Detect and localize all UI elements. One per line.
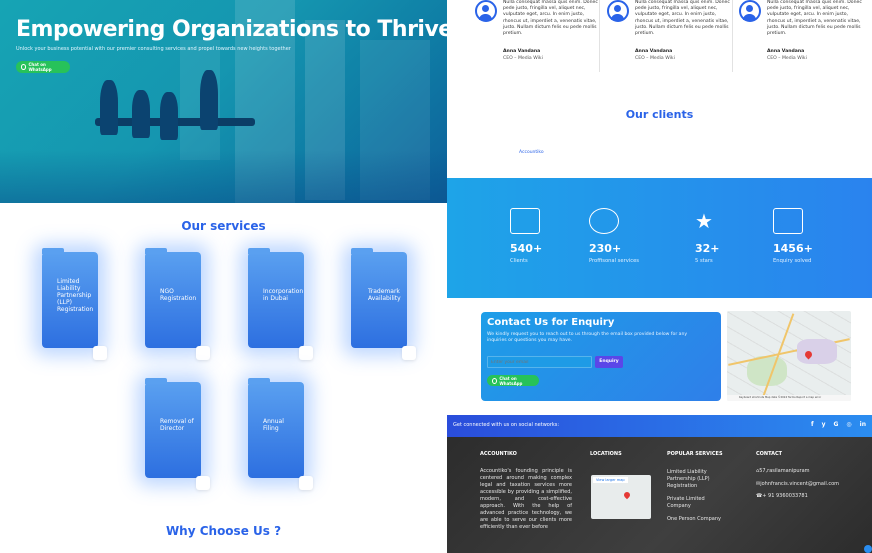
target-icon [510,208,540,234]
service-card-trademark[interactable]: Trademark Availability [351,248,416,360]
whatsapp-icon [492,377,498,384]
right-panel: Nulla consequat massa quis enim. Donec p… [447,0,872,553]
hero-subtitle: Unlock your business potential with our … [16,46,291,52]
service-card-dubai[interactable]: Incorporation in Dubai [248,248,313,360]
hero-banner: Empowering Organizations to Thrive Unloc… [0,0,447,203]
linkedin-icon[interactable]: in [860,421,866,428]
social-bar: Get connected with us on social networks… [447,415,872,437]
footer-col-title: POPULAR SERVICES [667,451,723,457]
clients-title: Our clients [625,108,694,121]
left-panel: Empowering Organizations to Thrive Unloc… [0,0,447,553]
footer-col-title: LOCATIONS [590,451,622,457]
whatsapp-icon [21,64,27,70]
stars-icon: ★ [695,209,713,233]
twitter-icon[interactable]: y [822,421,826,428]
footer-link[interactable]: Private Limited Company [667,496,725,510]
whatsapp-button[interactable]: Chat on WhatsApp [487,375,539,386]
enquiry-button[interactable]: Enquiry [595,356,623,368]
testimonial-card: Nulla consequat massa quis enim. Donec p… [607,0,732,70]
email[interactable]: ✉johnfrancis.vincent@gmail.com [756,481,839,488]
services-title: Our services [181,219,266,233]
location-map[interactable]: Keyboard shortcuts Map data ©2024 Terms … [727,311,851,401]
why-choose-title: Why Choose Us ? [165,524,282,538]
enquiry-text: We kindly request you to reach out to us… [487,332,688,343]
email-input[interactable] [487,356,592,368]
client-logo: Accountiko [519,150,544,155]
footer-map[interactable]: View larger map [591,475,651,519]
google-icon[interactable]: G [833,421,838,428]
address: ⌂57,rasilamanipuram [756,468,810,474]
footer-col-title: CONTACT [756,451,783,457]
instagram-icon[interactable]: ◎ [846,421,851,428]
avatar [475,0,497,22]
hero-title: Empowering Organizations to Thrive [16,17,447,42]
handshake-icon [589,208,619,234]
service-card-llp[interactable]: Limited Liability Partnership (LLP) Regi… [42,248,107,360]
service-card-removal-director[interactable]: Removal of Director [145,378,210,490]
whatsapp-button[interactable]: Chat on WhatsApp [16,61,70,73]
footer: Get connected with us on social networks… [447,415,872,553]
map-pin-icon [622,490,632,500]
puzzle-icon [773,208,803,234]
testimonial-card: Nulla consequat massa quis enim. Donec p… [475,0,600,70]
stats-banner: 540+ Clients 230+ Proffisonal services ★… [447,178,872,298]
facebook-icon[interactable]: f [811,421,814,428]
enquiry-card: Contact Us for Enquiry We kindly request… [481,312,721,401]
footer-col-title: ACCOUNTIKO [480,451,517,457]
avatar [607,0,629,22]
footer-link[interactable]: Limited Liability Partnership (LLP) Regi… [667,469,725,490]
footer-about-text: Accountiko's founding principle is cente… [480,468,572,530]
avatar [739,0,761,22]
service-card-ngo[interactable]: NGO Registration [145,248,210,360]
testimonial-card: Nulla consequat massa quis enim. Donec p… [739,0,864,70]
scroll-top-button[interactable] [864,545,872,553]
enquiry-title: Contact Us for Enquiry [487,317,615,328]
service-card-annual-filing[interactable]: Annual Filing [248,378,313,490]
footer-link[interactable]: One Person Company [667,516,737,523]
phone[interactable]: ☎+ 91 9360033781 [756,493,808,500]
map-attribution: Keyboard shortcuts Map data ©2024 Terms … [727,395,851,401]
social-text: Get connected with us on social networks… [453,422,560,428]
